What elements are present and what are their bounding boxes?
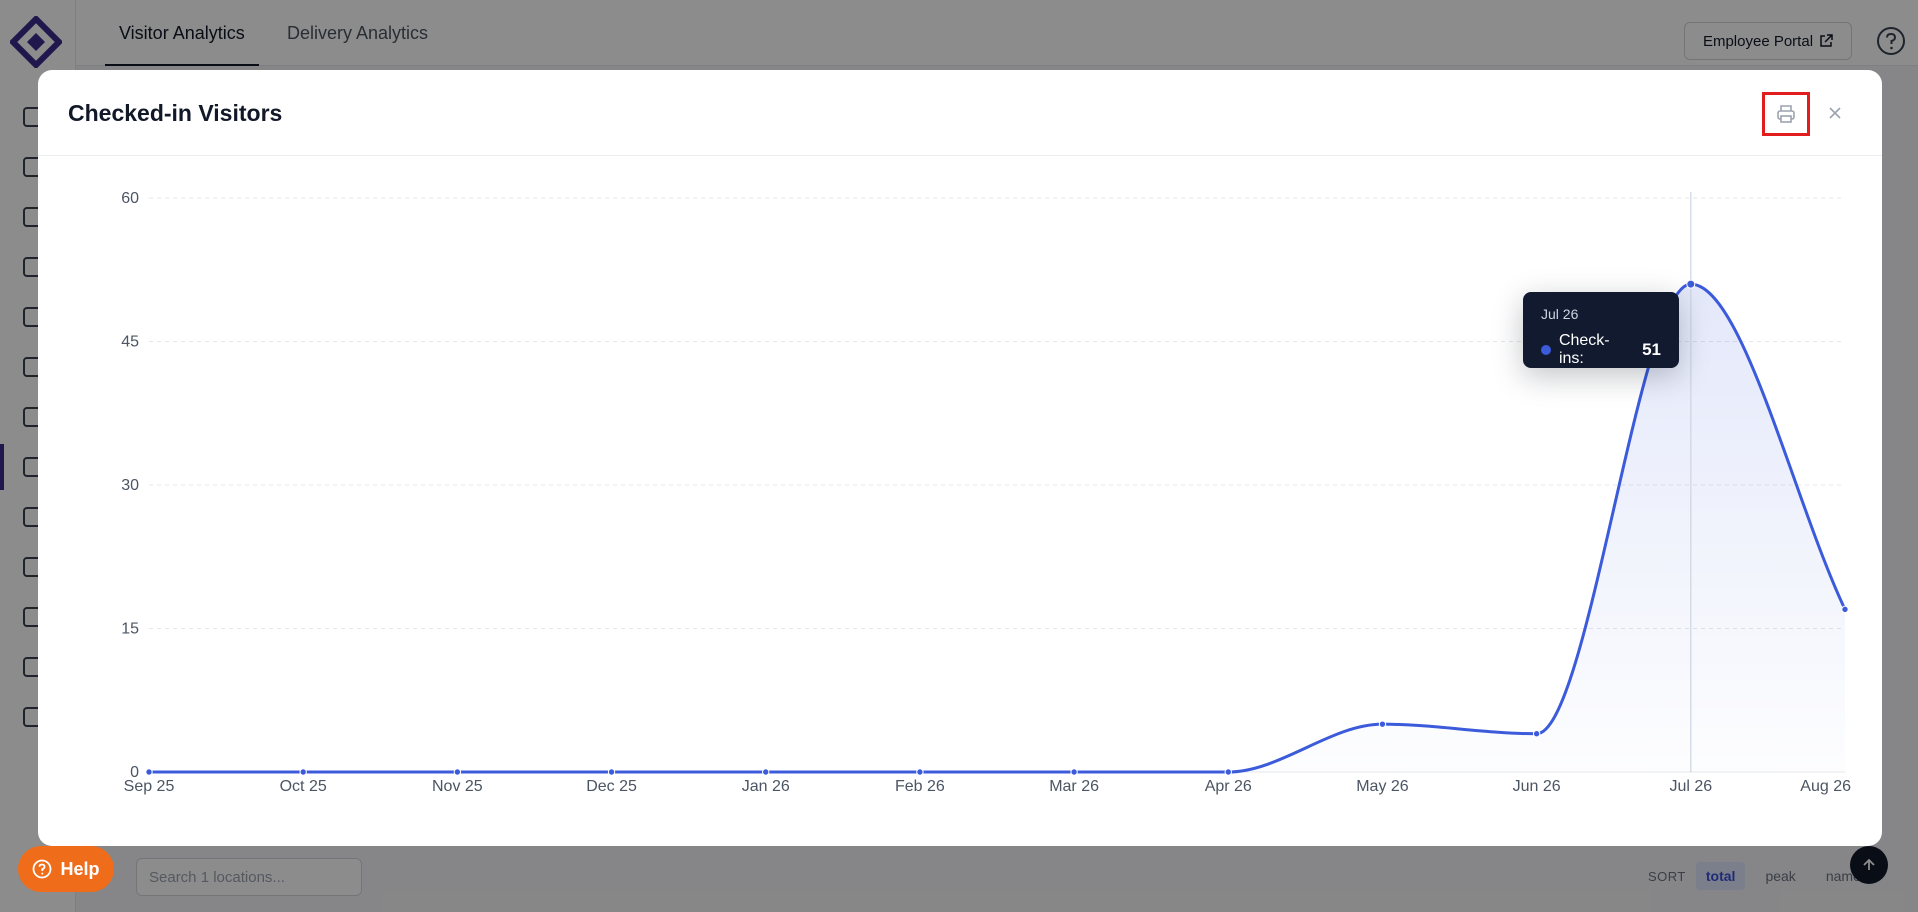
y-tick-label: 15 bbox=[121, 621, 139, 638]
question-icon bbox=[33, 859, 52, 879]
x-tick-label: Apr 26 bbox=[1205, 778, 1252, 795]
tooltip-row: Check-ins: 51 bbox=[1541, 332, 1661, 368]
y-tick-label: 60 bbox=[121, 190, 139, 207]
x-tick-label: Feb 26 bbox=[895, 778, 945, 795]
tooltip-series-label: Check-ins: bbox=[1558, 332, 1610, 367]
data-point bbox=[453, 768, 462, 776]
data-point bbox=[762, 768, 770, 776]
data-point bbox=[1070, 768, 1078, 776]
chart-tooltip: Jul 26 Check-ins: 51 bbox=[1523, 292, 1679, 368]
help-button[interactable]: Help bbox=[18, 846, 114, 892]
y-tick-label: 30 bbox=[121, 477, 139, 494]
x-tick-label: Dec 25 bbox=[586, 778, 637, 795]
data-point bbox=[299, 768, 307, 776]
data-point bbox=[1224, 768, 1232, 776]
x-tick-label: Oct 25 bbox=[280, 778, 327, 795]
tooltip-value: 51 bbox=[1642, 340, 1661, 359]
x-tick-label: May 26 bbox=[1356, 778, 1409, 795]
checkins-area-chart[interactable]: 015304560Sep 25 Oct 25 Nov 25 Dec 25 Jan 26 F… bbox=[38, 70, 1882, 846]
data-point bbox=[607, 768, 616, 776]
x-tick-label: Jan 26 bbox=[742, 778, 790, 795]
x-tick-label: Mar 26 bbox=[1049, 778, 1099, 795]
x-tick-label: Nov 25 bbox=[432, 778, 483, 795]
x-tick-label: Jun 26 bbox=[1513, 778, 1561, 795]
help-label: Help bbox=[60, 858, 100, 879]
series-color-dot bbox=[1541, 345, 1551, 355]
x-tick-label: Sep 25 bbox=[124, 778, 175, 795]
data-point bbox=[1686, 279, 1696, 289]
data-point bbox=[1532, 730, 1541, 738]
y-tick-label: 45 bbox=[121, 334, 139, 351]
data-point bbox=[1378, 720, 1387, 728]
data-point bbox=[916, 768, 924, 776]
x-tick-label: Aug 26 bbox=[1800, 778, 1851, 795]
data-point bbox=[1841, 605, 1849, 614]
tooltip-title: Jul 26 bbox=[1541, 306, 1579, 322]
data-point bbox=[145, 768, 153, 776]
checked-in-visitors-modal: Checked-in Visitors 0 15 30 45 60 Sep 25 Oct 2… bbox=[38, 70, 1882, 846]
x-tick-label: Jul 26 bbox=[1669, 778, 1712, 795]
